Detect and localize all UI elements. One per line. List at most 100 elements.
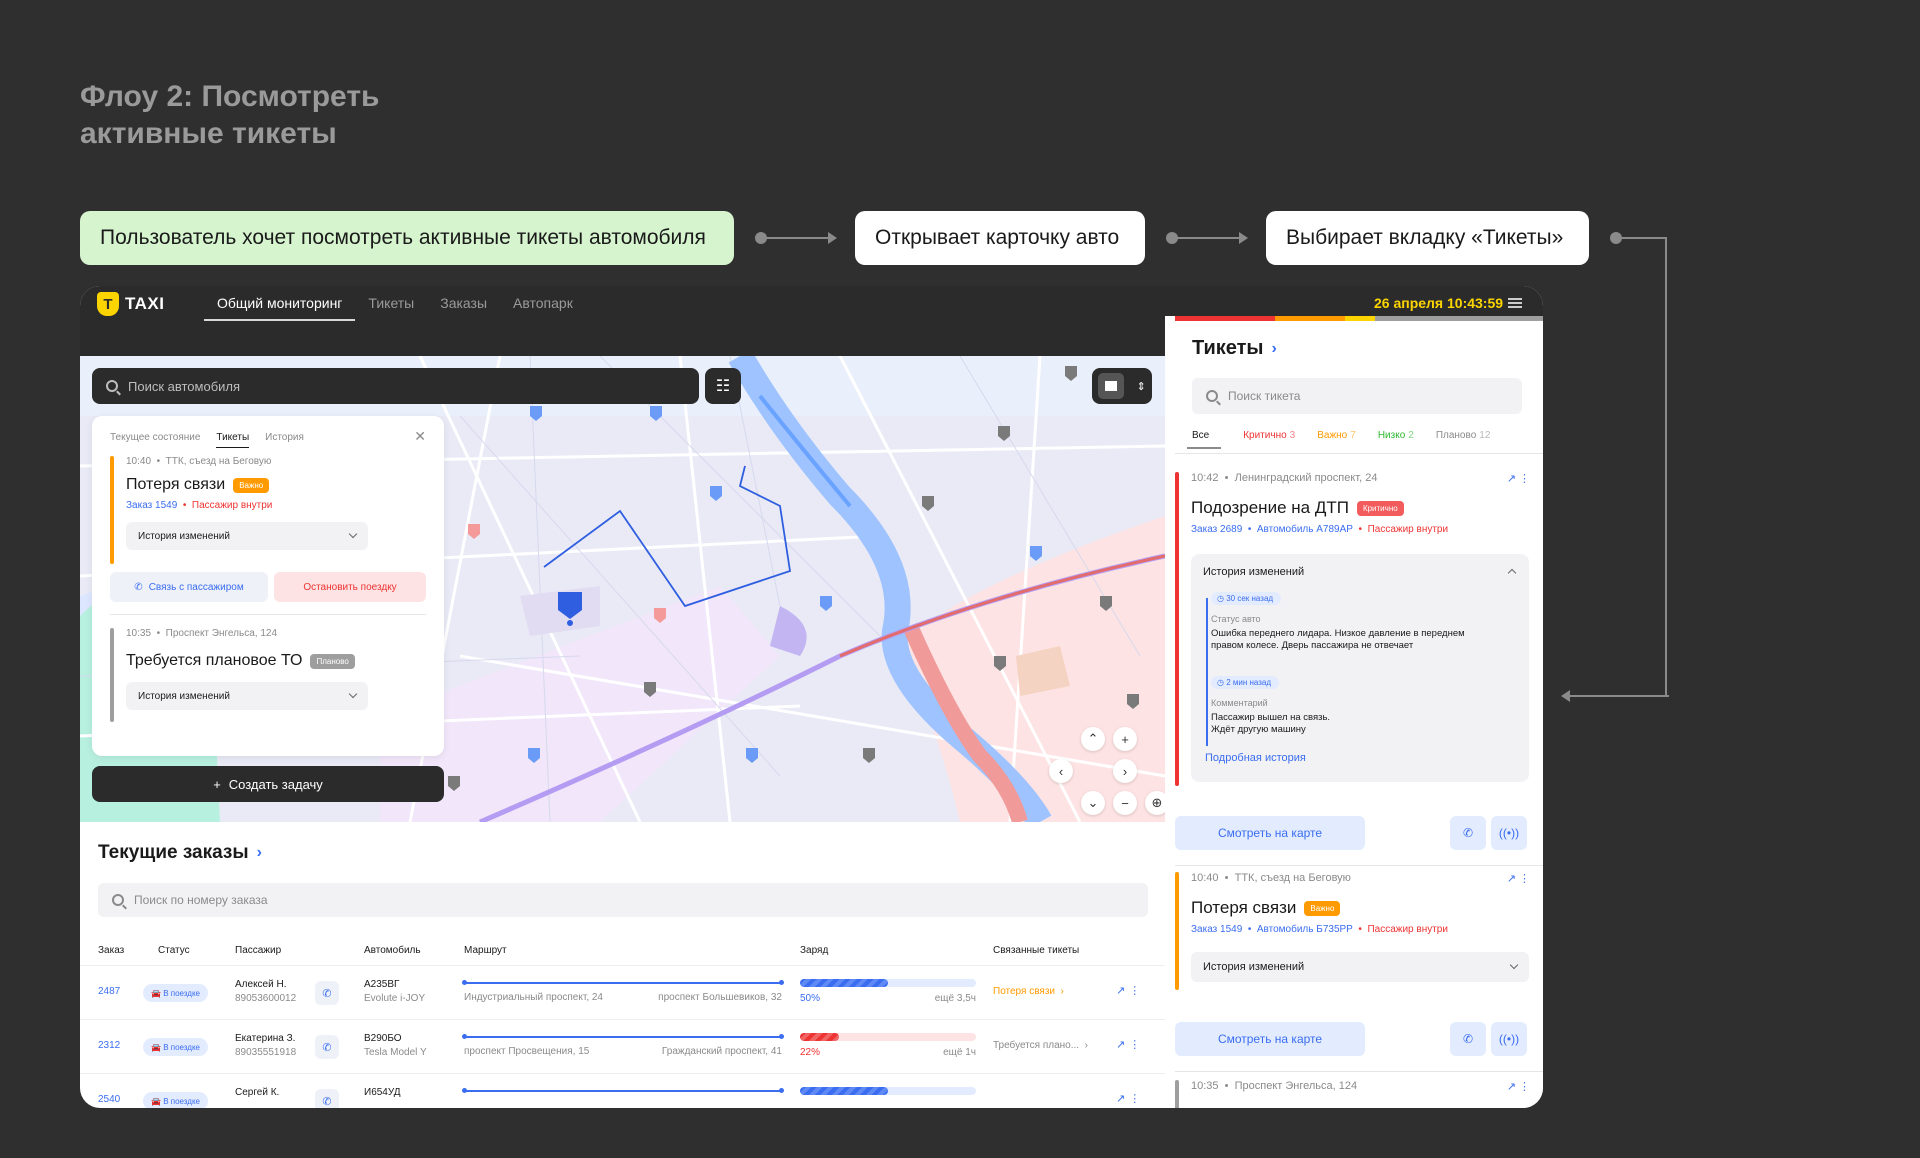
map[interactable]: Поиск автомобиля ☷ ⇕ Текущее состояние Т…	[80, 356, 1165, 822]
create-task-button[interactable]: + Создать задачу	[92, 766, 444, 802]
more-history-link[interactable]: Подробная история	[1205, 752, 1306, 764]
call-button[interactable]: ✆	[315, 981, 339, 1005]
history-dropdown[interactable]: История изменений	[126, 682, 368, 710]
order-id[interactable]: 2540	[98, 1094, 120, 1105]
filter-tab-planned[interactable]: Планово 12	[1436, 430, 1491, 449]
signal-icon[interactable]: ((•))	[1491, 1022, 1527, 1056]
chevron-up-icon[interactable]	[1507, 568, 1517, 578]
history-label: История изменений	[138, 530, 230, 542]
order-search-input[interactable]: Поиск по номеру заказа	[98, 883, 1148, 917]
car-link[interactable]: Автомобиль Б735РР	[1257, 924, 1353, 935]
external-link-icon[interactable]: ↗⋮	[1507, 872, 1533, 885]
column-route[interactable]: Маршрут	[464, 945, 507, 956]
layers-button[interactable]: ⇕	[1092, 368, 1152, 404]
filter-tab-important[interactable]: Важно 7	[1317, 430, 1356, 449]
order-id[interactable]: 2487	[98, 986, 120, 997]
tab-history[interactable]: История	[265, 432, 304, 448]
car-icon: 🚘	[151, 1096, 164, 1106]
card-ticket-connection-loss[interactable]: 10:40 • ТТК, съезд на Беговую Потеря свя…	[110, 456, 426, 566]
phone-icon[interactable]: ✆	[1450, 816, 1486, 850]
divider	[1175, 865, 1543, 866]
history-title[interactable]: История изменений	[1203, 566, 1304, 578]
flow-step-1: Пользователь хочет посмотреть активные т…	[80, 211, 734, 265]
ticket-meta: 10:40 • ТТК, съезд на Беговую	[126, 456, 272, 467]
history-dropdown[interactable]: История изменений	[126, 522, 368, 550]
ticket-crash-suspect[interactable]: 10:42 • Ленинградский проспект, 24 ↗⋮ По…	[1175, 472, 1533, 802]
vehicle-search-input[interactable]: Поиск автомобиля	[92, 368, 699, 404]
filter-tab-low[interactable]: Низко 2	[1378, 430, 1414, 449]
tab-current-state[interactable]: Текущее состояние	[110, 432, 200, 448]
card-ticket-planned-maintenance[interactable]: 10:35 • Проспект Энгельса, 124 Требуется…	[110, 628, 426, 738]
table-row[interactable]: 2487 🚘 В поездке Алексей Н. 89053600012 ✆ А23…	[80, 965, 1165, 1019]
severity-bar	[1175, 872, 1179, 990]
charge-value: 22%	[800, 1047, 821, 1058]
passenger-status: Пассажир внутри	[1367, 924, 1448, 935]
pan-right-button[interactable]: ›	[1113, 759, 1137, 783]
event-text: Ошибка переднего лидара. Низкое давление…	[1211, 628, 1465, 639]
order-link[interactable]: Заказ 2689	[1191, 524, 1242, 535]
external-link-icon[interactable]: ↗⋮	[1507, 472, 1533, 485]
history-dropdown[interactable]: История изменений	[1191, 952, 1529, 982]
time-pill: ◷ 30 сек назад	[1211, 592, 1282, 605]
nav-item-monitoring[interactable]: Общий мониторинг	[204, 286, 356, 321]
ticket-connection-loss[interactable]: 10:40 • ТТК, съезд на Беговую ↗⋮ Потеря …	[1175, 872, 1533, 1002]
locate-button[interactable]: ⊕	[1145, 791, 1165, 815]
nav-item-tickets[interactable]: Тикеты	[355, 286, 427, 321]
external-link-icon[interactable]: ↗⋮	[1116, 984, 1144, 997]
call-button[interactable]: ✆	[315, 1035, 339, 1059]
ticket-title: Подозрение на ДТП Критично	[1191, 498, 1404, 518]
tickets-title[interactable]: Тикеты ›	[1192, 337, 1277, 360]
order-link[interactable]: Заказ 1549	[1191, 924, 1242, 935]
signal-icon[interactable]: ((•))	[1491, 816, 1527, 850]
filter-tab-critical[interactable]: Критично 3	[1243, 430, 1295, 449]
zoom-in-button[interactable]: +	[1113, 727, 1137, 751]
phone-icon[interactable]: ✆	[1450, 1022, 1486, 1056]
car-link[interactable]: Автомобиль А789АР	[1257, 524, 1353, 535]
external-link-icon[interactable]: ↗⋮	[1116, 1038, 1144, 1051]
table-row[interactable]: 2312 🚘 В поездке Екатерина З. 89035551918 ✆ В…	[80, 1019, 1165, 1073]
pan-up-button[interactable]: ⌃	[1081, 727, 1105, 751]
search-icon	[106, 380, 118, 392]
zoom-out-button[interactable]: −	[1113, 791, 1137, 815]
column-charge[interactable]: Заряд	[800, 945, 828, 956]
column-tickets[interactable]: Связанные тикеты	[993, 945, 1079, 956]
orders-title[interactable]: Текущие заказы ›	[98, 842, 262, 864]
stop-ride-button[interactable]: Остановить поездку	[274, 572, 426, 602]
route-to: Гражданский проспект, 41	[661, 1046, 782, 1057]
filter-tab-all[interactable]: Все	[1187, 430, 1222, 449]
nav-item-orders[interactable]: Заказы	[427, 286, 500, 321]
order-link[interactable]: Заказ 1549	[126, 500, 177, 511]
table-row[interactable]: 2540 🚘 В поездке Сергей К. ✆ И654УД ↗⋮	[80, 1073, 1165, 1108]
external-link-icon[interactable]: ↗⋮	[1507, 1080, 1533, 1093]
call-passenger-button[interactable]: ✆ Связь с пассажиром	[110, 572, 268, 602]
status-badge: Критично	[1356, 500, 1404, 516]
pan-down-button[interactable]: ⌄	[1081, 791, 1105, 815]
flow-connector-1	[755, 232, 837, 244]
nav-item-fleet[interactable]: Автопарк	[500, 286, 586, 321]
pan-left-button[interactable]: ‹	[1049, 759, 1073, 783]
logo[interactable]: T TAXI	[97, 292, 164, 316]
charge-fill	[800, 1033, 839, 1041]
column-passenger[interactable]: Пассажир	[235, 945, 281, 956]
tab-tickets[interactable]: Тикеты	[216, 432, 250, 448]
column-status[interactable]: Статус	[158, 945, 190, 956]
show-on-map-button[interactable]: Смотреть на карте	[1175, 1022, 1365, 1056]
column-car[interactable]: Автомобиль	[364, 945, 421, 956]
order-id[interactable]: 2312	[98, 1040, 120, 1051]
ticket-search-input[interactable]: Поиск тикета	[1192, 378, 1522, 414]
ticket-planned[interactable]: 10:35 • Проспект Энгельса, 124 ↗⋮	[1175, 1080, 1533, 1108]
external-link-icon[interactable]: ↗⋮	[1116, 1092, 1144, 1105]
charge-value: 50%	[800, 993, 821, 1004]
close-icon[interactable]: ✕	[414, 428, 426, 445]
related-ticket-link[interactable]: Требуется плано... ›	[993, 1040, 1088, 1051]
ticket-search-placeholder: Поиск тикета	[1228, 389, 1301, 403]
menu-icon[interactable]	[1508, 298, 1522, 308]
filter-button[interactable]: ☷	[705, 368, 741, 404]
show-on-map-button[interactable]: Смотреть на карте	[1175, 816, 1365, 850]
status-badge: 🚘 В поездке	[143, 1092, 208, 1108]
related-ticket-link[interactable]: Потеря связи ›	[993, 986, 1064, 997]
event-label: Комментарий	[1211, 698, 1268, 708]
call-button[interactable]: ✆	[315, 1089, 339, 1108]
column-order[interactable]: Заказ	[98, 945, 124, 956]
ticket-meta: 10:40 • ТТК, съезд на Беговую	[1191, 872, 1351, 884]
